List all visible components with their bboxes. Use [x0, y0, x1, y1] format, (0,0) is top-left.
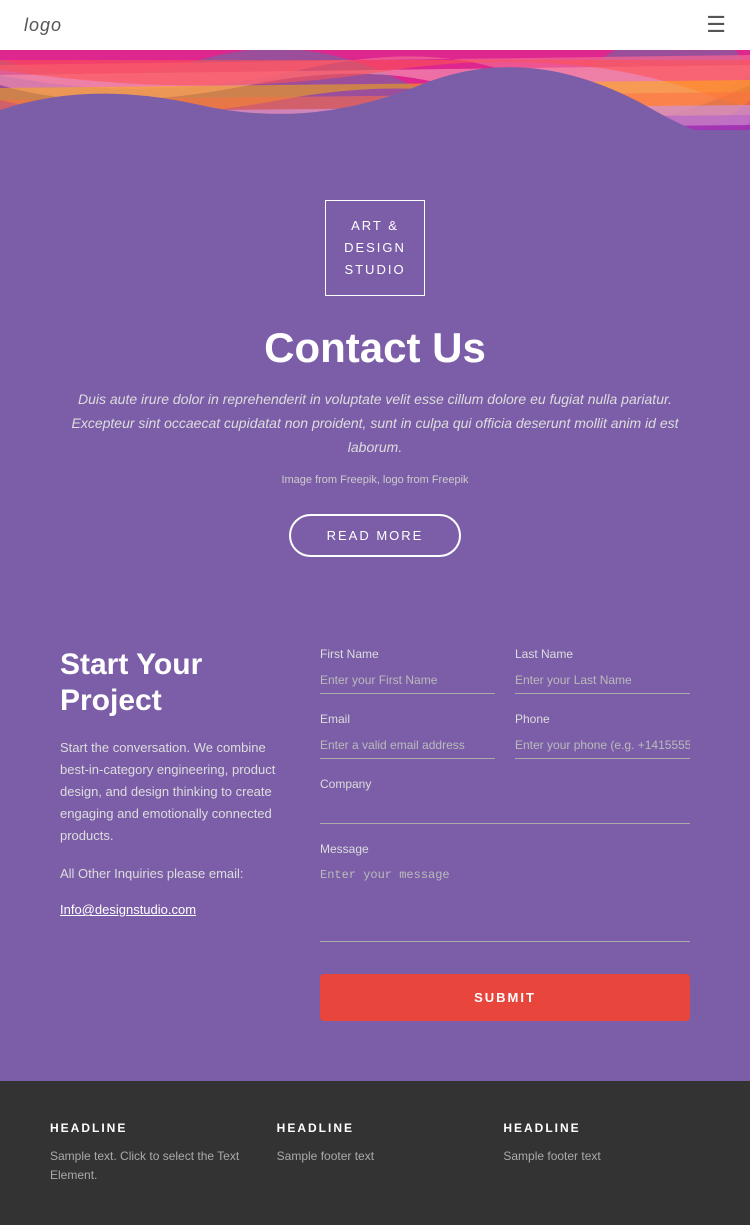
company-label: Company — [320, 777, 690, 791]
footer-col-1-headline: HEADLINE — [50, 1121, 247, 1135]
message-label: Message — [320, 842, 690, 856]
hero-waves — [0, 50, 750, 180]
last-name-group: Last Name — [515, 647, 690, 694]
studio-badge: ART & DESIGN STUDIO — [325, 200, 425, 296]
footer-col-1: HEADLINE Sample text. Click to select th… — [50, 1121, 247, 1185]
submit-button[interactable]: SUBMIT — [320, 974, 690, 1021]
footer-col-1-text: Sample text. Click to select the Text El… — [50, 1147, 247, 1185]
contact-email-link[interactable]: Info@designstudio.com — [60, 902, 196, 917]
contact-description: Duis aute irure dolor in reprehenderit i… — [60, 388, 690, 459]
footer-col-2: HEADLINE Sample footer text — [277, 1121, 474, 1185]
first-name-label: First Name — [320, 647, 495, 661]
contact-form: First Name Last Name Email Phone Company — [320, 647, 690, 1021]
phone-label: Phone — [515, 712, 690, 726]
phone-group: Phone — [515, 712, 690, 759]
header: logo ☰ — [0, 0, 750, 50]
contact-form-section: Start Your Project Start the conversatio… — [0, 607, 750, 1081]
image-credits: Image from Freepik, logo from Freepik — [281, 474, 468, 486]
start-project-heading: Start Your Project — [60, 647, 280, 719]
footer: HEADLINE Sample text. Click to select th… — [0, 1081, 750, 1225]
first-name-group: First Name — [320, 647, 495, 694]
company-input[interactable] — [320, 797, 690, 824]
footer-col-3-text: Sample footer text — [503, 1147, 700, 1166]
message-group: Message — [320, 842, 690, 942]
footer-col-3: HEADLINE Sample footer text — [503, 1121, 700, 1185]
hero-section: ART & DESIGN STUDIO Contact Us Duis aute… — [0, 50, 750, 607]
contact-body-text: Start the conversation. We combine best-… — [60, 737, 280, 847]
footer-col-2-headline: HEADLINE — [277, 1121, 474, 1135]
name-row: First Name Last Name — [320, 647, 690, 694]
last-name-input[interactable] — [515, 667, 690, 694]
email-label: Email — [320, 712, 495, 726]
footer-col-3-headline: HEADLINE — [503, 1121, 700, 1135]
first-name-input[interactable] — [320, 667, 495, 694]
email-group: Email — [320, 712, 495, 759]
footer-col-2-text: Sample footer text — [277, 1147, 474, 1166]
company-group: Company — [320, 777, 690, 824]
contact-left-panel: Start Your Project Start the conversatio… — [60, 647, 280, 1021]
email-phone-row: Email Phone — [320, 712, 690, 759]
message-textarea[interactable] — [320, 862, 690, 942]
email-input[interactable] — [320, 732, 495, 759]
contact-title: Contact Us — [264, 324, 486, 372]
menu-button[interactable]: ☰ — [706, 12, 726, 38]
logo: logo — [24, 15, 62, 36]
read-more-button[interactable]: READ MORE — [289, 514, 462, 557]
inquiries-label: All Other Inquiries please email: — [60, 863, 280, 885]
last-name-label: Last Name — [515, 647, 690, 661]
phone-input[interactable] — [515, 732, 690, 759]
